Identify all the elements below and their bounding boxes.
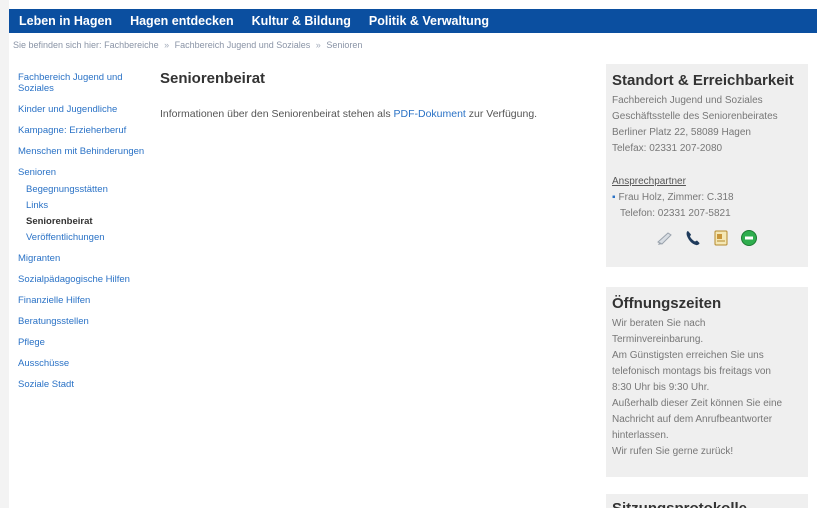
sidebar-item-menschen-behinderungen[interactable]: Menschen mit Behinderungen <box>18 146 153 157</box>
opening-hours-title: Öffnungszeiten <box>612 295 722 312</box>
location-line: Fachbereich Jugend und Soziales <box>612 95 763 106</box>
opening-hours-line: 8:30 Uhr bis 9:30 Uhr. <box>612 382 710 393</box>
breadcrumb-jugend-soziales[interactable]: Fachbereich Jugend und Soziales <box>175 40 311 50</box>
opening-hours-line: Wir rufen Sie gerne zurück! <box>612 446 734 457</box>
sidebar-item-sozialpaedagogische-hilfen[interactable]: Sozialpädagogische Hilfen <box>18 274 153 285</box>
nav-kultur-bildung[interactable]: Kultur & Bildung <box>252 14 351 28</box>
phone-icon[interactable] <box>683 228 703 248</box>
opening-hours-line: hinterlassen. <box>612 430 669 441</box>
sidebar-item-soziale-stadt[interactable]: Soziale Stadt <box>18 379 153 390</box>
sidebar-item-pflege[interactable]: Pflege <box>18 337 153 348</box>
contact-phone: Telefon: 02331 207-5821 <box>620 208 731 219</box>
location-box: Standort & Erreichbarkeit Fachbereich Ju… <box>606 64 808 267</box>
sidebar-navigation: Fachbereich Jugend und Soziales Kinder u… <box>18 72 153 400</box>
meeting-minutes-title: Sitzungsprotokolle <box>612 500 802 508</box>
page: Leben in Hagen Hagen entdecken Kultur & … <box>9 0 817 508</box>
sidebar-item-senioren[interactable]: Senioren <box>18 167 153 178</box>
nav-politik-verwaltung[interactable]: Politik & Verwaltung <box>369 14 489 28</box>
intro-text-before: Informationen über den Seniorenbeirat st… <box>160 108 394 120</box>
sidebar-subnav-senioren: Begegnungsstätten Links Seniorenbeirat V… <box>18 184 153 243</box>
nav-leben-in-hagen[interactable]: Leben in Hagen <box>19 14 112 28</box>
contact-person-link[interactable]: Ansprechpartner <box>612 176 686 187</box>
sidebar-item-jugend-soziales[interactable]: Fachbereich Jugend und Soziales <box>18 72 153 94</box>
opening-hours-line: Wir beraten Sie nach <box>612 318 706 329</box>
sidebar-subitem-links[interactable]: Links <box>26 200 153 211</box>
sidebar-subitem-veroeffentlichungen[interactable]: Veröffentlichungen <box>26 232 153 243</box>
intro-text-after: zur Verfügung. <box>465 108 538 120</box>
opening-hours-line: Nachricht auf dem Anrufbeantworter <box>612 414 773 425</box>
page-title: Seniorenbeirat <box>160 70 266 87</box>
location-line: Berliner Platz 22, 58089 Hagen <box>612 127 751 138</box>
breadcrumb: Sie befinden sich hier: Fachbereiche » F… <box>13 40 362 50</box>
map-icon[interactable] <box>739 228 759 248</box>
breadcrumb-separator: » <box>164 40 170 50</box>
opening-hours-box: Öffnungszeiten Wir beraten Sie nach Term… <box>606 287 808 477</box>
breadcrumb-separator: » <box>315 40 321 50</box>
nav-hagen-entdecken[interactable]: Hagen entdecken <box>130 14 234 28</box>
sidebar-item-beratungsstellen[interactable]: Beratungsstellen <box>18 316 153 327</box>
pdf-document-link[interactable]: PDF-Dokument <box>394 108 466 120</box>
contact-icons <box>612 228 802 248</box>
meeting-minutes-box: Sitzungsprotokolle <box>606 494 808 508</box>
breadcrumb-senioren[interactable]: Senioren <box>326 40 362 50</box>
top-navigation: Leben in Hagen Hagen entdecken Kultur & … <box>9 9 817 33</box>
breadcrumb-prefix: Sie befinden sich hier: <box>13 40 102 50</box>
sidebar-item-migranten[interactable]: Migranten <box>18 253 153 264</box>
sidebar-item-ausschuesse[interactable]: Ausschüsse <box>18 358 153 369</box>
opening-hours-line: Terminvereinbarung. <box>612 334 704 345</box>
contact-person-name: Frau Holz, Zimmer: C.318 <box>618 192 734 203</box>
opening-hours-line: Am Günstigsten erreichen Sie uns <box>612 350 764 361</box>
intro-text: Informationen über den Seniorenbeirat st… <box>160 108 590 120</box>
sidebar-item-finanzielle-hilfen[interactable]: Finanzielle Hilfen <box>18 295 153 306</box>
location-line: Geschäftsstelle des Seniorenbeirates <box>612 111 778 122</box>
email-icon[interactable] <box>655 228 675 248</box>
sidebar-item-kampagne-erzieherberuf[interactable]: Kampagne: Erzieherberuf <box>18 125 153 136</box>
vcard-icon[interactable] <box>711 228 731 248</box>
breadcrumb-fachbereiche[interactable]: Fachbereiche <box>104 40 159 50</box>
opening-hours-line: Außerhalb dieser Zeit können Sie eine <box>612 398 783 409</box>
opening-hours-line: telefonisch montags bis freitags von <box>612 366 771 377</box>
main-content: Seniorenbeirat Informationen über den Se… <box>160 70 590 120</box>
sidebar-item-kinder-jugendliche[interactable]: Kinder und Jugendliche <box>18 104 153 115</box>
sidebar-subitem-seniorenbeirat[interactable]: Seniorenbeirat <box>26 216 153 227</box>
location-title: Standort & Erreichbarkeit <box>612 72 794 89</box>
contact-person: ▪ Frau Holz, Zimmer: C.318 <box>612 190 802 206</box>
bullet-icon: ▪ <box>612 192 616 203</box>
sidebar-subitem-begegnungsstaetten[interactable]: Begegnungsstätten <box>26 184 153 195</box>
location-line: Telefax: 02331 207-2080 <box>612 143 723 154</box>
